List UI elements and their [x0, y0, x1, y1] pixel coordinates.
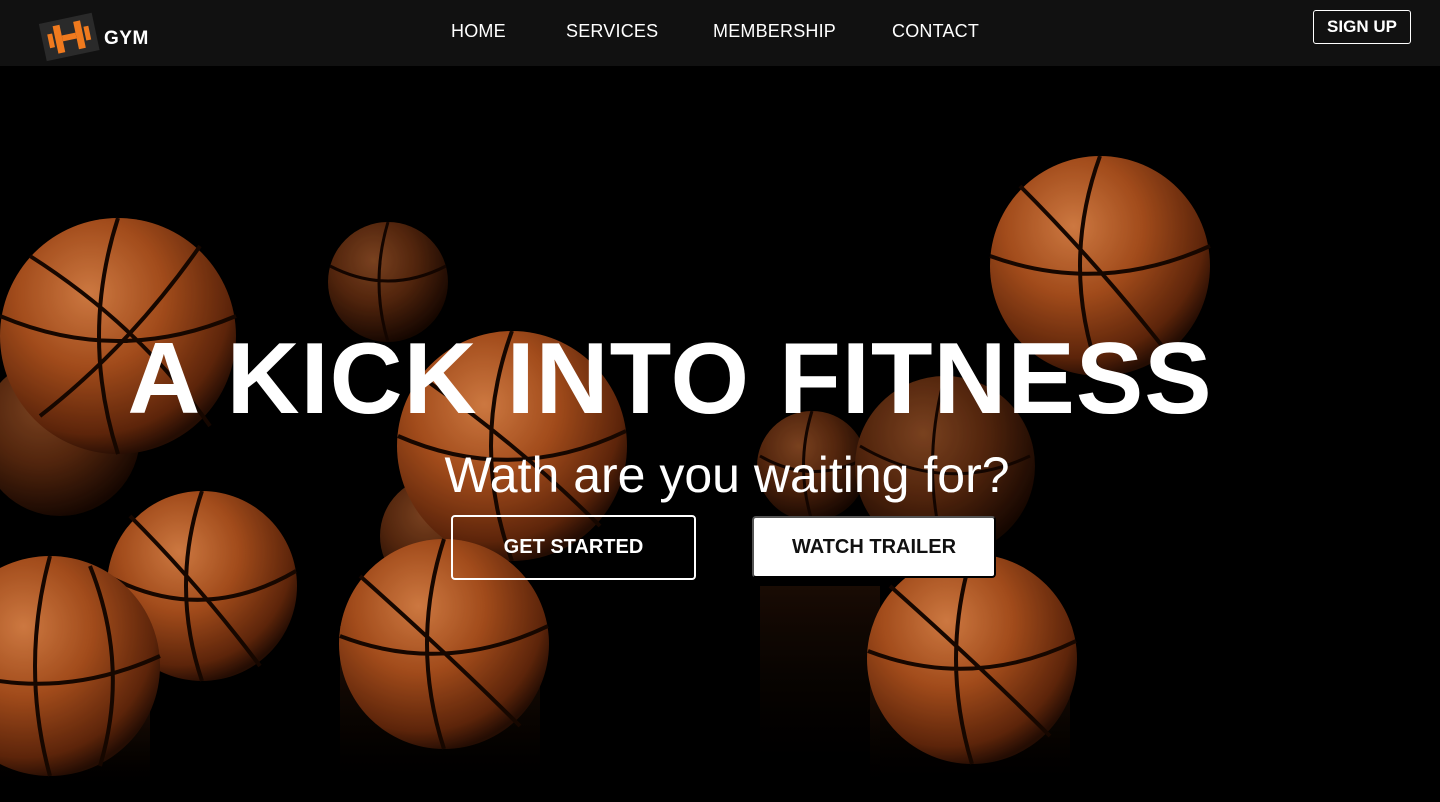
- nav-link-membership[interactable]: MEMBERSHIP: [713, 21, 836, 42]
- main-nav: HOME SERVICES MEMBERSHIP CONTACT: [0, 0, 1440, 66]
- sign-up-button[interactable]: SIGN UP: [1313, 10, 1411, 44]
- page: GYM HOME SERVICES MEMBERSHIP CONTACT SIG…: [0, 0, 1440, 802]
- nav-link-services[interactable]: SERVICES: [566, 21, 658, 42]
- watch-trailer-button[interactable]: WATCH TRAILER: [752, 516, 996, 578]
- navbar: GYM HOME SERVICES MEMBERSHIP CONTACT SIG…: [0, 0, 1440, 66]
- hero-subtitle: Wath are you waiting for?: [444, 447, 1010, 503]
- hero-title: A KICK INTO FITNESS: [127, 322, 1213, 435]
- nav-link-home[interactable]: HOME: [451, 21, 506, 42]
- get-started-button[interactable]: GET STARTED: [451, 515, 696, 580]
- nav-link-contact[interactable]: CONTACT: [892, 21, 979, 42]
- hero-section: A KICK INTO FITNESS Wath are you waiting…: [0, 66, 1440, 802]
